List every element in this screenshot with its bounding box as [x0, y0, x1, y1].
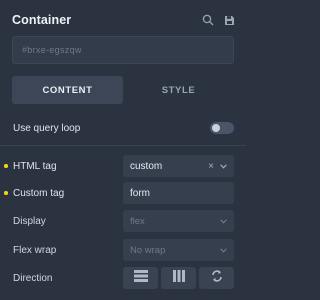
- direction-row-button[interactable]: [123, 267, 158, 289]
- direction-label: Direction: [13, 272, 53, 284]
- display-select[interactable]: flex: [123, 210, 234, 232]
- save-icon[interactable]: [222, 13, 236, 27]
- columns-icon: [172, 269, 185, 287]
- section-divider: [0, 145, 246, 146]
- tab-content[interactable]: CONTENT: [12, 76, 123, 104]
- custom-tag-input[interactable]: form: [123, 182, 234, 204]
- direction-reverse-button[interactable]: [199, 267, 234, 289]
- toggle-knob: [212, 124, 220, 132]
- rows-icon: [133, 269, 148, 287]
- search-icon[interactable]: [201, 13, 215, 27]
- html-tag-label: HTML tag: [13, 160, 57, 172]
- display-label: Display: [13, 215, 46, 227]
- custom-tag-row: Custom tag form: [0, 182, 246, 204]
- query-loop-row: Use query loop: [0, 117, 246, 139]
- modified-indicator: [4, 191, 8, 195]
- panel-header: Container: [12, 11, 236, 29]
- direction-row: Direction: [0, 267, 246, 289]
- modified-indicator: [4, 164, 8, 168]
- element-id-field[interactable]: #brxe-egszqw: [12, 36, 234, 64]
- flex-wrap-placeholder: No wrap: [130, 244, 166, 256]
- display-placeholder: flex: [130, 215, 145, 227]
- chevron-down-icon: [220, 247, 227, 253]
- tab-style[interactable]: STYLE: [123, 76, 234, 104]
- reverse-icon: [211, 269, 223, 287]
- custom-tag-label: Custom tag: [13, 187, 65, 199]
- html-tag-value: custom: [130, 160, 163, 172]
- direction-column-button[interactable]: [161, 267, 196, 289]
- chevron-down-icon: [220, 218, 227, 224]
- display-row: Display flex: [0, 210, 246, 232]
- html-tag-select[interactable]: custom ×: [123, 155, 234, 177]
- panel-tabs: CONTENT STYLE: [12, 76, 234, 104]
- query-loop-toggle[interactable]: [210, 122, 234, 134]
- custom-tag-value: form: [130, 187, 150, 199]
- clear-icon[interactable]: ×: [208, 161, 214, 172]
- chevron-down-icon: [220, 163, 227, 169]
- element-panel: Container #brxe-egszqw CONTENT STYLE Use…: [0, 0, 246, 300]
- panel-title: Container: [12, 13, 72, 27]
- query-loop-label: Use query loop: [13, 122, 81, 134]
- element-id-value: #brxe-egszqw: [22, 45, 82, 55]
- flex-wrap-select[interactable]: No wrap: [123, 239, 234, 261]
- direction-button-group: [123, 267, 234, 289]
- flex-wrap-label: Flex wrap: [13, 244, 57, 256]
- html-tag-row: HTML tag custom ×: [0, 155, 246, 177]
- flex-wrap-row: Flex wrap No wrap: [0, 239, 246, 261]
